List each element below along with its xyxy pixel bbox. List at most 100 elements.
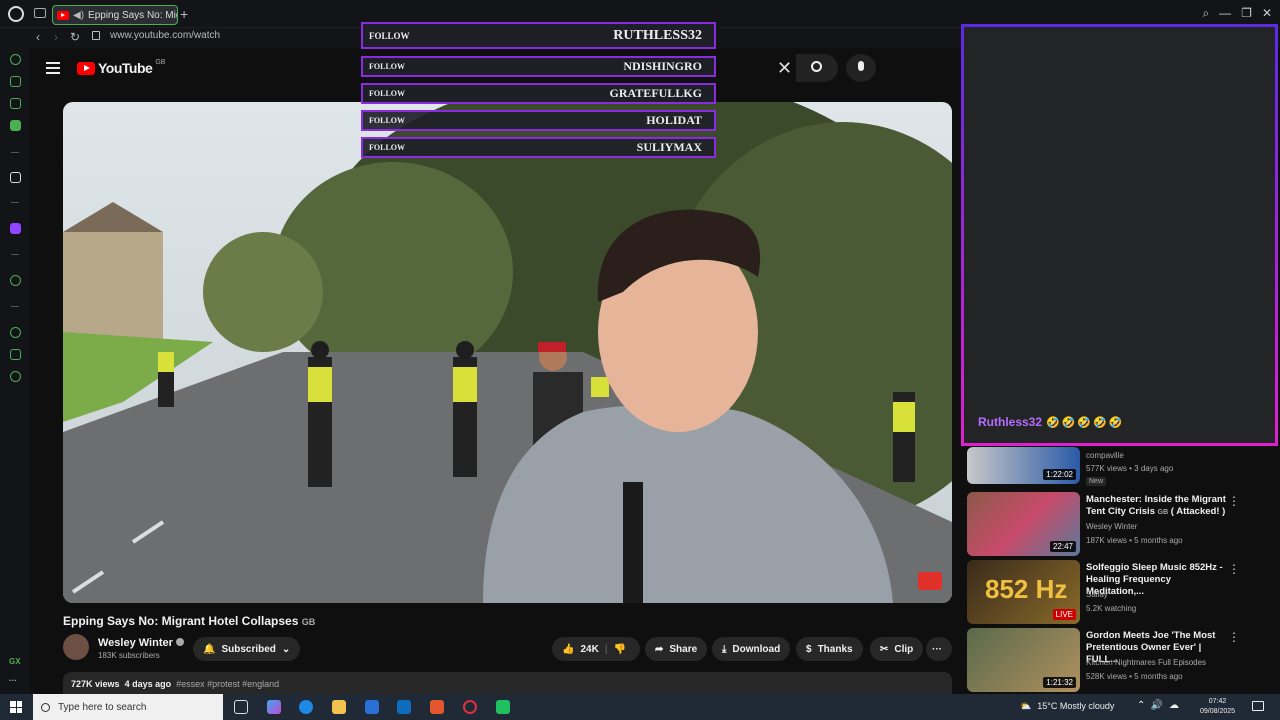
copilot-icon[interactable] — [267, 700, 281, 714]
upload-age: 4 days ago — [124, 679, 172, 689]
rec-channel[interactable]: compaville — [1086, 451, 1124, 460]
new-badge: New — [1086, 477, 1107, 486]
notification-icon[interactable] — [1252, 701, 1264, 711]
rec-title[interactable]: Manchester: Inside the Migrant Tent City… — [1086, 494, 1226, 519]
weather-widget[interactable]: ⛅ 15°C Mostly cloudy — [1020, 701, 1114, 712]
video-thumbnail[interactable]: 1:21:32 — [967, 628, 1080, 692]
thanks-icon: $ — [806, 643, 812, 655]
share-button[interactable]: ➦ Share — [645, 637, 708, 661]
edge-icon[interactable] — [299, 700, 313, 714]
like-icon[interactable]: 👍 — [562, 644, 574, 655]
browser-search-icon[interactable]: ⌕ — [1202, 6, 1209, 21]
search-clear-button[interactable]: ✕ — [777, 58, 792, 79]
video-thumbnail[interactable]: 852 Hz LIVE — [967, 560, 1080, 624]
download-button[interactable]: ⤓ Download — [712, 637, 791, 661]
voice-search-button[interactable] — [846, 54, 876, 82]
minimize-button[interactable]: — — [1219, 6, 1231, 21]
rec-menu-icon[interactable]: ⋮ — [1228, 562, 1240, 576]
hashtags[interactable]: #essex #protest #england — [176, 679, 279, 689]
live-badge: LIVE — [1052, 609, 1076, 620]
opera-logo-icon[interactable] — [8, 6, 24, 22]
sidebar-divider — [11, 202, 19, 203]
windows-start-icon[interactable] — [10, 701, 22, 713]
recommendation-item[interactable]: 1:21:32 Gordon Meets Joe 'The Most Prete… — [967, 628, 1267, 692]
opera-gx-icon[interactable] — [496, 700, 510, 714]
file-explorer-icon[interactable] — [332, 700, 346, 714]
sidebar-history-icon[interactable] — [10, 327, 21, 338]
brave-icon[interactable] — [430, 700, 444, 714]
sidebar-reload-icon[interactable] — [10, 54, 21, 65]
taskbar-search[interactable]: Type here to search — [33, 694, 223, 720]
url-field[interactable]: www.youtube.com/watch — [110, 30, 220, 41]
sidebar-settings-icon[interactable] — [10, 371, 21, 382]
search-button[interactable] — [796, 54, 838, 82]
rec-channel[interactable]: Kitchen Nightmares Full Episodes — [1086, 658, 1206, 667]
sidebar-extensions-icon[interactable] — [10, 349, 21, 360]
store-icon[interactable] — [365, 700, 379, 714]
sidebar-shopping-icon[interactable] — [10, 76, 21, 87]
reload-button[interactable]: ↻ — [70, 30, 80, 44]
sidebar-player-icon[interactable] — [10, 275, 21, 286]
sidebar-app-icon[interactable] — [10, 120, 21, 131]
sidebar-gx-label[interactable]: GX — [9, 657, 21, 666]
video-duration: 1:21:32 — [1043, 677, 1076, 688]
thanks-button[interactable]: $ Thanks — [796, 637, 863, 661]
video-player[interactable] — [63, 102, 952, 603]
taskbar-search-placeholder: Type here to search — [58, 701, 147, 713]
windows-taskbar: Type here to search ⛅ 15°C Mostly cloudy… — [0, 694, 1280, 720]
rec-menu-icon[interactable]: ⋮ — [1228, 494, 1240, 508]
rec-meta: 187K views • 5 months ago — [1086, 536, 1183, 545]
sidebar-wallet-icon[interactable] — [10, 98, 21, 109]
video-title: Epping Says No: Migrant Hotel Collapses … — [63, 614, 316, 628]
tab-island-icon[interactable] — [34, 8, 46, 18]
video-frame-image — [63, 102, 952, 603]
view-count: 727K views — [71, 679, 120, 689]
clip-button[interactable]: ✂ Clip — [870, 637, 924, 661]
browser-sidebar: GX ··· — [0, 48, 30, 694]
search-icon — [41, 702, 50, 712]
forward-button[interactable]: › — [54, 30, 58, 44]
rec-channel[interactable]: Wesley Winter — [1086, 522, 1137, 531]
recommendation-item[interactable]: 1:22:02 compaville 577K views • 3 days a… — [967, 447, 1267, 489]
stream-chat-overlay: Ruthless32 🤣🤣🤣🤣🤣 — [961, 24, 1278, 446]
subscribed-button[interactable]: 🔔 Subscribed ⌄ — [193, 637, 301, 661]
menu-icon[interactable] — [46, 62, 60, 77]
more-actions-button[interactable]: ··· — [926, 637, 952, 661]
close-window-button[interactable]: ✕ — [1262, 6, 1272, 21]
dislike-icon[interactable]: 👎 — [614, 644, 626, 655]
chat-emotes: 🤣🤣🤣🤣🤣 — [1046, 416, 1125, 429]
channel-name[interactable]: Wesley Winter — [98, 637, 184, 649]
chat-message: Ruthless32 🤣🤣🤣🤣🤣 — [978, 415, 1125, 429]
recommendation-item[interactable]: 22:47 Manchester: Inside the Migrant Ten… — [967, 492, 1267, 556]
new-tab-button[interactable]: + — [180, 6, 188, 22]
opera-icon[interactable] — [463, 700, 477, 714]
sidebar-aria-icon[interactable] — [10, 172, 21, 183]
like-count[interactable]: 24K — [580, 644, 598, 655]
video-duration: 22:47 — [1049, 541, 1076, 552]
youtube-play-icon — [77, 61, 95, 75]
rec-channel[interactable]: Sallay — [1086, 590, 1108, 599]
task-view-icon[interactable] — [234, 700, 248, 714]
follow-row-1: FOLLOW RUTHLESS32 — [361, 22, 716, 49]
description-box[interactable]: 727K views 4 days ago #essex #protest #e… — [63, 672, 952, 694]
lock-icon — [92, 31, 100, 40]
rec-meta: 528K views • 5 months ago — [1086, 672, 1183, 681]
video-thumbnail[interactable]: 1:22:02 — [967, 447, 1080, 484]
follow-row-5: FOLLOW SULIYMAX — [361, 137, 716, 158]
channel-avatar[interactable] — [63, 634, 89, 660]
speaker-icon[interactable]: ◀) — [73, 10, 84, 21]
back-button[interactable]: ‹ — [36, 30, 40, 44]
clock[interactable]: 07:42 09/08/2025 — [1200, 697, 1235, 717]
youtube-logo[interactable]: YouTube GB — [77, 59, 165, 76]
sidebar-more-button[interactable]: ··· — [9, 676, 17, 685]
system-tray[interactable]: ⌃ 🔊 ☁ — [1137, 700, 1179, 711]
sidebar-twitch-icon[interactable] — [10, 223, 21, 234]
rec-menu-icon[interactable]: ⋮ — [1228, 630, 1240, 644]
restore-button[interactable]: ❐ — [1241, 6, 1252, 21]
video-thumbnail[interactable]: 22:47 — [967, 492, 1080, 556]
search-icon — [811, 61, 822, 72]
bell-icon: 🔔 — [203, 643, 216, 655]
tab-youtube[interactable]: ◀) Epping Says No: Migr — [52, 5, 178, 25]
outlook-icon[interactable] — [397, 700, 411, 714]
recommendation-item[interactable]: 852 Hz LIVE Solfeggio Sleep Music 852Hz … — [967, 560, 1267, 624]
